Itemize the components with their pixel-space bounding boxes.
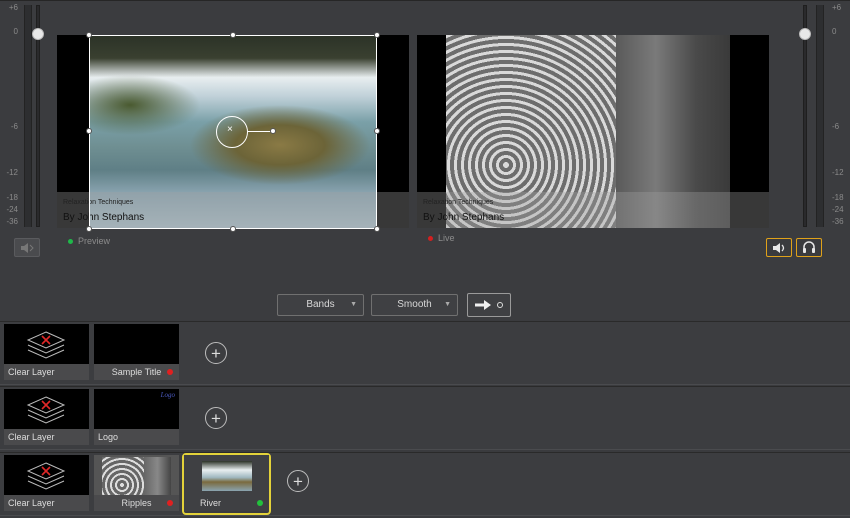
caret-down-icon: ▼: [444, 301, 451, 308]
rotation-knob[interactable]: [270, 128, 276, 134]
layer-row-2: Clear Layer Logo Logo +: [0, 386, 850, 450]
item-status-dot: [167, 500, 173, 506]
resize-handle[interactable]: [86, 226, 92, 232]
meter-tick: 0: [832, 27, 837, 36]
ripples-thumbnail: [102, 457, 171, 495]
transition-easing-value: Smooth: [397, 299, 432, 310]
meter-tick: -12: [832, 168, 844, 177]
plus-icon: +: [211, 343, 221, 363]
headphones-button[interactable]: [796, 238, 822, 257]
title-main: By John Stephans: [423, 212, 505, 223]
transition-effect-value: Bands: [306, 299, 335, 310]
clear-layer-button[interactable]: Clear Layer: [4, 389, 89, 445]
meter-tick: -24: [832, 205, 844, 214]
caret-down-icon: ▼: [350, 301, 357, 308]
meter-tick: -36: [832, 217, 844, 226]
resize-handle[interactable]: [374, 128, 380, 134]
left-level-meter: [24, 5, 32, 227]
output-panel: +6 0 -6 -12 -18 -24 -36 +6 0 -6 -12 -18 …: [0, 0, 850, 320]
layer-item-river[interactable]: River: [184, 455, 269, 511]
item-status-dot: [257, 500, 263, 506]
clear-layer-icon: [26, 331, 66, 359]
right-level-meter: [816, 5, 824, 227]
meter-tick: -24: [6, 205, 18, 214]
transition-easing-dropdown[interactable]: Smooth ▼: [371, 294, 458, 316]
resize-handle[interactable]: [230, 32, 236, 38]
rock-shape: [144, 457, 171, 495]
meter-tick: -6: [10, 122, 18, 131]
clear-layer-icon: [26, 396, 66, 424]
meter-tick: -18: [6, 193, 18, 202]
layer-item-sample-title[interactable]: Sample Title: [94, 324, 179, 380]
clear-layer-button[interactable]: Clear Layer: [4, 455, 89, 511]
resize-handle[interactable]: [86, 128, 92, 134]
meter-tick: 0: [13, 27, 18, 36]
clear-layer-icon: [26, 462, 66, 490]
live-label: Live: [428, 233, 455, 243]
take-transition-button[interactable]: [467, 293, 511, 317]
arrow-right-icon: [475, 300, 491, 310]
title-subtitle: Relaxation Techniques: [423, 199, 494, 206]
meter-tick: +6: [832, 3, 842, 12]
add-item-button[interactable]: +: [287, 470, 309, 492]
plus-icon: +: [211, 408, 221, 428]
resize-handle[interactable]: [374, 32, 380, 38]
preview-label-text: Preview: [78, 236, 111, 246]
meter-tick: -12: [6, 168, 18, 177]
meter-tick: -18: [832, 193, 844, 202]
right-fader-knob[interactable]: [799, 28, 811, 40]
river-thumbnail: [202, 461, 252, 491]
meter-tick: +6: [8, 3, 18, 12]
transition-effect-dropdown[interactable]: Bands ▼: [277, 294, 364, 316]
resize-handle[interactable]: [86, 32, 92, 38]
resize-handle[interactable]: [374, 226, 380, 232]
center-x-icon: ×: [227, 124, 233, 135]
headphones-icon: [803, 241, 815, 253]
layer-item-ripples[interactable]: Ripples: [94, 455, 179, 511]
preview-status-dot: [68, 239, 73, 245]
meter-tick: -36: [6, 217, 18, 226]
resize-handle[interactable]: [230, 226, 236, 232]
clear-layer-label: Clear Layer: [4, 429, 89, 445]
add-item-button[interactable]: +: [205, 342, 227, 364]
clear-layer-label: Clear Layer: [4, 364, 89, 380]
logo-preview-text: Logo: [160, 391, 175, 399]
preview-audio-button[interactable]: [14, 238, 40, 257]
speaker-icon: [773, 242, 785, 253]
layer-row-3: Clear Layer Ripples River +: [0, 452, 850, 516]
preview-label: Preview: [68, 236, 110, 246]
clear-layer-button[interactable]: Clear Layer: [4, 324, 89, 380]
live-label-text: Live: [438, 233, 455, 243]
speaker-icon: [21, 242, 34, 253]
layer-item-logo[interactable]: Logo Logo: [94, 389, 179, 445]
meter-tick: -6: [832, 122, 840, 131]
layer-row-1: Clear Layer Sample Title +: [0, 321, 850, 385]
item-status-dot: [167, 369, 173, 375]
live-monitor[interactable]: Relaxation Techniques By John Stephans: [417, 35, 769, 228]
live-audio-button[interactable]: [766, 238, 792, 257]
live-status-dot: [428, 236, 433, 242]
add-item-button[interactable]: +: [205, 407, 227, 429]
plus-icon: +: [293, 471, 303, 491]
circle-icon: [497, 302, 503, 308]
clear-layer-label: Clear Layer: [4, 495, 89, 511]
item-label: Logo: [94, 429, 179, 445]
left-fader-knob[interactable]: [32, 28, 44, 40]
